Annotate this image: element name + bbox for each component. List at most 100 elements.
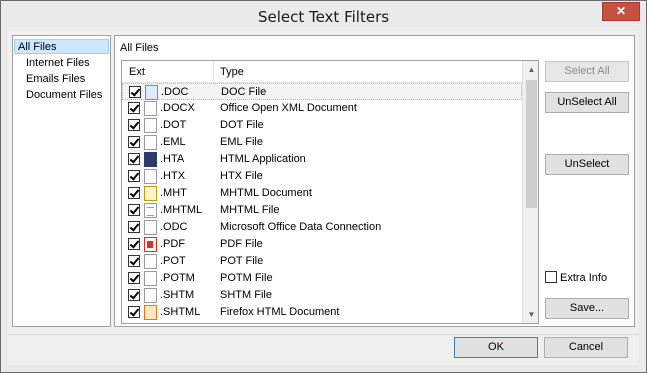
row-type: DOT File	[220, 119, 264, 131]
title-bar[interactable]: Select Text Filters ✕	[1, 1, 646, 31]
file-icon	[144, 101, 157, 116]
row-type: EML File	[220, 136, 263, 148]
close-button[interactable]: ✕	[602, 2, 640, 21]
list-row[interactable]: .POT POT File	[122, 253, 522, 270]
list-row[interactable]: .DOC DOC File	[122, 83, 522, 100]
file-icon	[144, 118, 157, 133]
row-type: HTX File	[220, 170, 263, 182]
select-all-button[interactable]: Select All	[545, 61, 629, 82]
list-rows: .DOC DOC File .DOCX Office Open XML Docu…	[122, 83, 522, 321]
row-checkbox[interactable]	[128, 170, 140, 182]
vertical-scrollbar[interactable]: ▲ ▼	[522, 61, 538, 323]
row-ext: .POTM	[160, 272, 195, 284]
hta-icon	[144, 152, 157, 167]
file-icon	[144, 288, 157, 303]
list-row[interactable]: .HTX HTX File	[122, 168, 522, 185]
row-ext: .HTX	[160, 170, 186, 182]
list-row[interactable]: .MHTML MHTML File	[122, 202, 522, 219]
extra-info-checkbox[interactable]	[545, 271, 557, 283]
list-header: Ext Type	[122, 61, 522, 83]
row-type: POTM File	[220, 272, 273, 284]
save-button[interactable]: Save...	[545, 298, 629, 319]
row-checkbox[interactable]	[128, 289, 140, 301]
row-checkbox[interactable]	[128, 204, 140, 216]
dialog-window: Select Text Filters ✕ All Files Internet…	[0, 0, 647, 373]
row-checkbox[interactable]	[128, 272, 140, 284]
row-ext: .HTA	[160, 153, 185, 165]
folder-item-internet-files[interactable]: Internet Files	[23, 56, 93, 71]
doc-icon	[145, 85, 158, 100]
file-icon	[144, 169, 157, 184]
row-type: SHTM File	[220, 289, 272, 301]
row-ext: .POT	[160, 255, 186, 267]
row-type: Office Open XML Document	[220, 102, 357, 114]
row-ext: .MHTML	[160, 204, 203, 216]
mht-icon	[144, 186, 157, 201]
unselect-button[interactable]: UnSelect	[545, 154, 629, 175]
files-panel: All Files Ext Type .DOC DOC File .DOCX O…	[114, 35, 635, 327]
unselect-all-button[interactable]: UnSelect All	[545, 92, 629, 113]
list-row[interactable]: .DOCX Office Open XML Document	[122, 100, 522, 117]
ok-button[interactable]: OK	[454, 337, 538, 358]
row-ext: .DOCX	[160, 102, 195, 114]
scroll-down-arrow-icon[interactable]: ▼	[523, 306, 538, 323]
row-type: POT File	[220, 255, 264, 267]
pdf-icon	[144, 237, 157, 252]
column-divider[interactable]	[213, 61, 214, 83]
row-ext: .MHT	[160, 187, 187, 199]
file-icon	[144, 254, 157, 269]
row-checkbox[interactable]	[128, 306, 140, 318]
row-ext: .SHTML	[160, 306, 201, 318]
footer-divider	[8, 334, 639, 335]
row-type: PDF File	[220, 238, 263, 250]
row-checkbox[interactable]	[128, 255, 140, 267]
scroll-up-arrow-icon[interactable]: ▲	[523, 61, 538, 78]
list-row[interactable]: .SHTM SHTM File	[122, 287, 522, 304]
row-type: HTML Application	[220, 153, 306, 165]
cancel-button[interactable]: Cancel	[544, 337, 628, 358]
firefox-icon	[144, 305, 157, 320]
folder-item-document-files[interactable]: Document Files	[23, 88, 105, 103]
file-icon	[144, 135, 157, 150]
list-row[interactable]: .EML EML File	[122, 134, 522, 151]
row-checkbox[interactable]	[128, 153, 140, 165]
file-type-list[interactable]: Ext Type .DOC DOC File .DOCX Office Open…	[121, 60, 539, 324]
row-type: Microsoft Office Data Connection	[220, 221, 382, 233]
list-row[interactable]: .ODC Microsoft Office Data Connection	[122, 219, 522, 236]
list-row[interactable]: .POTM POTM File	[122, 270, 522, 287]
list-row[interactable]: .HTA HTML Application	[122, 151, 522, 168]
extra-info-label: Extra Info	[560, 272, 608, 284]
row-ext: .SHTM	[160, 289, 195, 301]
list-row[interactable]: .PDF PDF File	[122, 236, 522, 253]
row-type: DOC File	[221, 86, 267, 98]
row-checkbox[interactable]	[128, 119, 140, 131]
row-type: MHTML Document	[220, 187, 312, 199]
window-title: Select Text Filters	[257, 8, 390, 26]
extra-info-toggle[interactable]: Extra Info	[545, 271, 607, 284]
folder-item-emails-files[interactable]: Emails Files	[23, 72, 88, 87]
list-row[interactable]: .DOT DOT File	[122, 117, 522, 134]
folder-item-all-files[interactable]: All Files	[14, 39, 109, 54]
row-checkbox[interactable]	[128, 221, 140, 233]
folder-list: All Files Internet Files Emails Files Do…	[12, 35, 111, 327]
file-icon	[144, 220, 157, 235]
lines-icon	[144, 203, 157, 218]
row-ext: .DOC	[161, 86, 189, 98]
list-row[interactable]: .SHTML Firefox HTML Document	[122, 304, 522, 321]
file-icon	[144, 271, 157, 286]
row-checkbox[interactable]	[128, 136, 140, 148]
row-ext: .ODC	[160, 221, 188, 233]
row-checkbox[interactable]	[128, 238, 140, 250]
row-ext: .EML	[160, 136, 186, 148]
column-header-ext[interactable]: Ext	[129, 66, 145, 78]
row-checkbox[interactable]	[128, 102, 140, 114]
panel-caption: All Files	[120, 42, 159, 54]
row-ext: .DOT	[160, 119, 187, 131]
row-checkbox[interactable]	[128, 187, 140, 199]
row-type: MHTML File	[220, 204, 280, 216]
column-header-type[interactable]: Type	[220, 66, 244, 78]
row-checkbox[interactable]	[129, 86, 141, 98]
row-type: Firefox HTML Document	[220, 306, 340, 318]
list-row[interactable]: .MHT MHTML Document	[122, 185, 522, 202]
scroll-thumb[interactable]	[526, 80, 537, 208]
